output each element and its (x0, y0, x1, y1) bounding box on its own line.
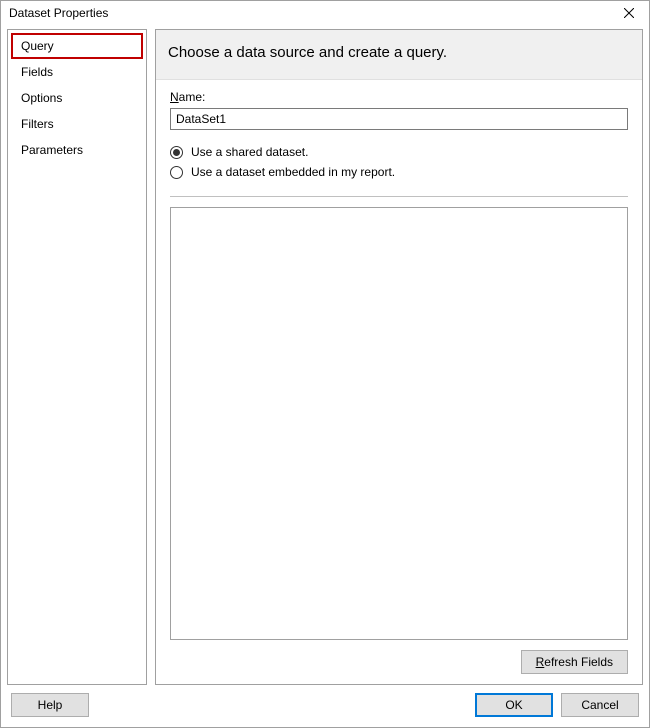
separator (170, 196, 628, 197)
sidebar-item-options[interactable]: Options (11, 85, 143, 111)
refresh-fields-button[interactable]: Refresh Fields (521, 650, 628, 674)
name-input[interactable] (170, 108, 628, 130)
sidebar-item-fields[interactable]: Fields (11, 59, 143, 85)
sidebar-item-query[interactable]: Query (11, 33, 143, 59)
footer-right: OK Cancel (475, 693, 639, 717)
dataset-source-radio-group: Use a shared dataset. Use a dataset embe… (170, 142, 628, 182)
sidebar-item-filters[interactable]: Filters (11, 111, 143, 137)
panel-heading: Choose a data source and create a query. (156, 30, 642, 80)
main-panel: Choose a data source and create a query.… (155, 29, 643, 685)
cancel-button[interactable]: Cancel (561, 693, 639, 717)
dialog-title: Dataset Properties (9, 6, 108, 20)
name-label: Name: (170, 90, 628, 104)
radio-embedded-dataset[interactable]: Use a dataset embedded in my report. (170, 162, 628, 182)
sidebar-item-parameters[interactable]: Parameters (11, 137, 143, 163)
sidebar: Query Fields Options Filters Parameters (7, 29, 147, 685)
radio-icon (170, 146, 183, 159)
sidebar-item-label: Query (21, 39, 54, 53)
radio-label: Use a dataset embedded in my report. (191, 165, 395, 179)
radio-label: Use a shared dataset. (191, 145, 308, 159)
ok-button[interactable]: OK (475, 693, 553, 717)
close-icon (624, 8, 634, 18)
radio-shared-dataset[interactable]: Use a shared dataset. (170, 142, 628, 162)
sidebar-item-label: Options (21, 91, 62, 105)
refresh-row: Refresh Fields (170, 640, 628, 674)
query-textarea[interactable] (170, 207, 628, 640)
radio-icon (170, 166, 183, 179)
sidebar-item-label: Filters (21, 117, 54, 131)
dataset-properties-dialog: Dataset Properties Query Fields Options … (0, 0, 650, 728)
sidebar-item-label: Parameters (21, 143, 83, 157)
titlebar: Dataset Properties (1, 1, 649, 25)
sidebar-item-label: Fields (21, 65, 53, 79)
dialog-body: Query Fields Options Filters Parameters … (1, 25, 649, 685)
help-button[interactable]: Help (11, 693, 89, 717)
dialog-footer: Help OK Cancel (1, 685, 649, 727)
main-content: Name: Use a shared dataset. Use a datase… (156, 80, 642, 684)
close-button[interactable] (613, 2, 645, 24)
